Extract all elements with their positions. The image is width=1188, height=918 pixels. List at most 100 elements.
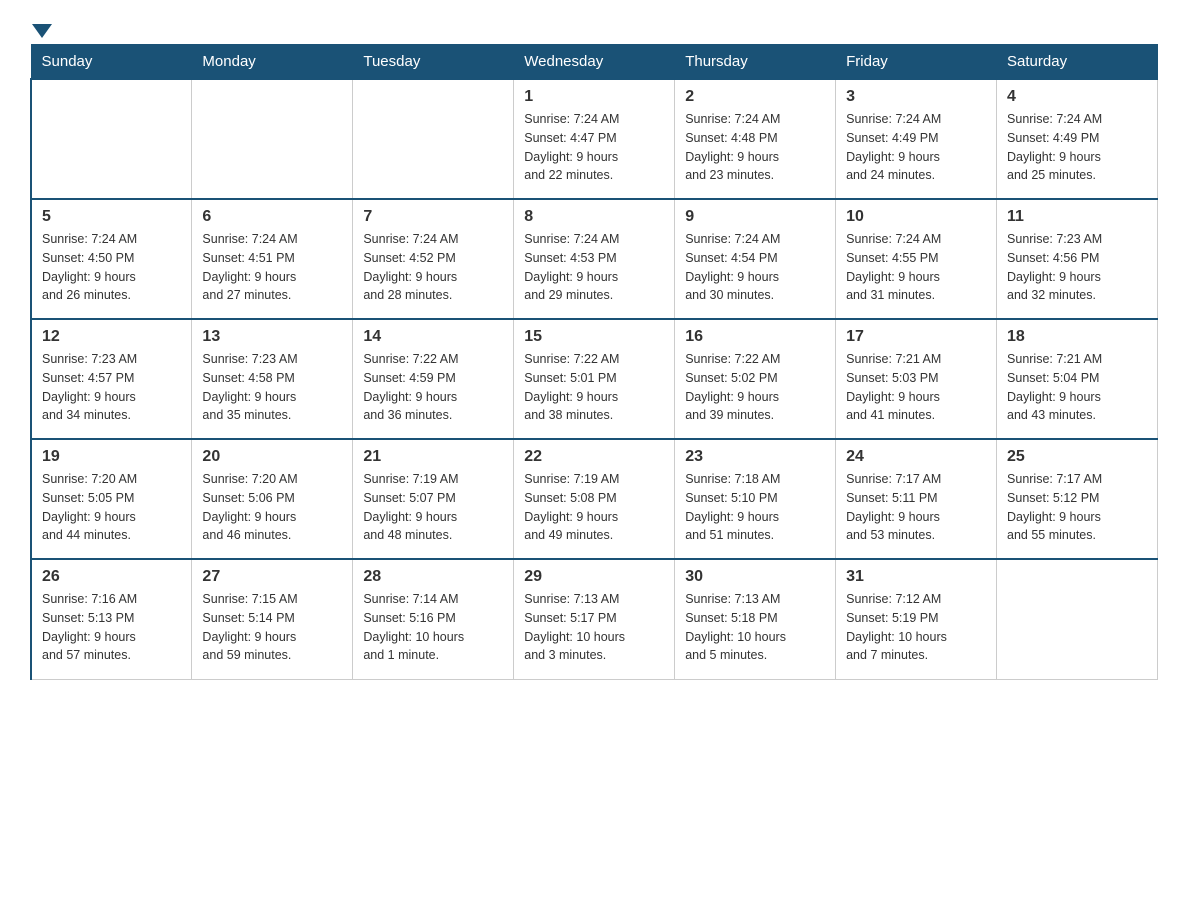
- day-info: Sunrise: 7:14 AM Sunset: 5:16 PM Dayligh…: [363, 590, 503, 665]
- calendar-cell: 12 Sunrise: 7:23 AM Sunset: 4:57 PM Dayli…: [31, 319, 192, 439]
- day-info: Sunrise: 7:23 AM Sunset: 4:56 PM Dayligh…: [1007, 230, 1147, 305]
- day-number: 5: [42, 208, 181, 226]
- day-info: Sunrise: 7:22 AM Sunset: 5:01 PM Dayligh…: [524, 350, 664, 425]
- day-info: Sunrise: 7:24 AM Sunset: 4:52 PM Dayligh…: [363, 230, 503, 305]
- day-info: Sunrise: 7:12 AM Sunset: 5:19 PM Dayligh…: [846, 590, 986, 665]
- day-of-week-saturday: Saturday: [997, 45, 1158, 80]
- day-number: 21: [363, 448, 503, 466]
- day-number: 19: [42, 448, 181, 466]
- logo-arrow-icon: [32, 24, 52, 38]
- day-number: 2: [685, 88, 825, 106]
- day-info: Sunrise: 7:22 AM Sunset: 4:59 PM Dayligh…: [363, 350, 503, 425]
- calendar-cell: [192, 79, 353, 199]
- day-number: 18: [1007, 328, 1147, 346]
- calendar-cell: 2Sunrise: 7:24 AM Sunset: 4:48 PM Daylig…: [675, 79, 836, 199]
- day-number: 20: [202, 448, 342, 466]
- calendar-cell: 23 Sunrise: 7:18 AM Sunset: 5:10 PM Dayli…: [675, 439, 836, 559]
- day-number: 8: [524, 208, 664, 226]
- day-number: 25: [1007, 448, 1147, 466]
- day-number: 3: [846, 88, 986, 106]
- calendar-cell: 20 Sunrise: 7:20 AM Sunset: 5:06 PM Dayli…: [192, 439, 353, 559]
- day-number: 22: [524, 448, 664, 466]
- calendar-cell: 19 Sunrise: 7:20 AM Sunset: 5:05 PM Dayli…: [31, 439, 192, 559]
- day-info: Sunrise: 7:13 AM Sunset: 5:17 PM Dayligh…: [524, 590, 664, 665]
- day-info: Sunrise: 7:17 AM Sunset: 5:12 PM Dayligh…: [1007, 470, 1147, 545]
- day-number: 28: [363, 568, 503, 586]
- day-info: Sunrise: 7:24 AM Sunset: 4:54 PM Dayligh…: [685, 230, 825, 305]
- day-info: Sunrise: 7:13 AM Sunset: 5:18 PM Dayligh…: [685, 590, 825, 665]
- day-info: Sunrise: 7:24 AM Sunset: 4:53 PM Dayligh…: [524, 230, 664, 305]
- calendar-cell: 24 Sunrise: 7:17 AM Sunset: 5:11 PM Dayli…: [836, 439, 997, 559]
- day-number: 30: [685, 568, 825, 586]
- calendar-cell: [31, 79, 192, 199]
- day-info: Sunrise: 7:22 AM Sunset: 5:02 PM Dayligh…: [685, 350, 825, 425]
- day-of-week-friday: Friday: [836, 45, 997, 80]
- day-info: Sunrise: 7:17 AM Sunset: 5:11 PM Dayligh…: [846, 470, 986, 545]
- calendar-header: SundayMondayTuesdayWednesdayThursdayFrid…: [31, 45, 1158, 80]
- day-of-week-wednesday: Wednesday: [514, 45, 675, 80]
- calendar-cell: 18Sunrise: 7:21 AM Sunset: 5:04 PM Dayli…: [997, 319, 1158, 439]
- calendar-cell: 8 Sunrise: 7:24 AM Sunset: 4:53 PM Daylig…: [514, 199, 675, 319]
- days-of-week-row: SundayMondayTuesdayWednesdayThursdayFrid…: [31, 45, 1158, 80]
- calendar-cell: 9 Sunrise: 7:24 AM Sunset: 4:54 PM Daylig…: [675, 199, 836, 319]
- day-number: 16: [685, 328, 825, 346]
- week-row-3: 12 Sunrise: 7:23 AM Sunset: 4:57 PM Dayli…: [31, 319, 1158, 439]
- day-of-week-sunday: Sunday: [31, 45, 192, 80]
- day-number: 13: [202, 328, 342, 346]
- calendar-cell: 15 Sunrise: 7:22 AM Sunset: 5:01 PM Dayli…: [514, 319, 675, 439]
- day-info: Sunrise: 7:15 AM Sunset: 5:14 PM Dayligh…: [202, 590, 342, 665]
- calendar-cell: 4 Sunrise: 7:24 AM Sunset: 4:49 PM Daylig…: [997, 79, 1158, 199]
- calendar-cell: [353, 79, 514, 199]
- calendar-cell: 11 Sunrise: 7:23 AM Sunset: 4:56 PM Dayli…: [997, 199, 1158, 319]
- calendar-cell: 1Sunrise: 7:24 AM Sunset: 4:47 PM Daylig…: [514, 79, 675, 199]
- calendar-body: 1Sunrise: 7:24 AM Sunset: 4:47 PM Daylig…: [31, 79, 1158, 679]
- day-number: 10: [846, 208, 986, 226]
- day-number: 26: [42, 568, 181, 586]
- day-info: Sunrise: 7:23 AM Sunset: 4:57 PM Dayligh…: [42, 350, 181, 425]
- calendar-cell: 17Sunrise: 7:21 AM Sunset: 5:03 PM Dayli…: [836, 319, 997, 439]
- calendar-cell: 13 Sunrise: 7:23 AM Sunset: 4:58 PM Dayli…: [192, 319, 353, 439]
- day-info: Sunrise: 7:20 AM Sunset: 5:06 PM Dayligh…: [202, 470, 342, 545]
- calendar-cell: 29 Sunrise: 7:13 AM Sunset: 5:17 PM Dayli…: [514, 559, 675, 679]
- day-info: Sunrise: 7:24 AM Sunset: 4:51 PM Dayligh…: [202, 230, 342, 305]
- day-info: Sunrise: 7:18 AM Sunset: 5:10 PM Dayligh…: [685, 470, 825, 545]
- day-info: Sunrise: 7:19 AM Sunset: 5:07 PM Dayligh…: [363, 470, 503, 545]
- week-row-1: 1Sunrise: 7:24 AM Sunset: 4:47 PM Daylig…: [31, 79, 1158, 199]
- day-number: 23: [685, 448, 825, 466]
- week-row-5: 26 Sunrise: 7:16 AM Sunset: 5:13 PM Dayli…: [31, 559, 1158, 679]
- day-info: Sunrise: 7:19 AM Sunset: 5:08 PM Dayligh…: [524, 470, 664, 545]
- calendar-cell: 5 Sunrise: 7:24 AM Sunset: 4:50 PM Daylig…: [31, 199, 192, 319]
- day-of-week-thursday: Thursday: [675, 45, 836, 80]
- calendar-cell: 31 Sunrise: 7:12 AM Sunset: 5:19 PM Dayli…: [836, 559, 997, 679]
- calendar-cell: 26 Sunrise: 7:16 AM Sunset: 5:13 PM Dayli…: [31, 559, 192, 679]
- day-of-week-monday: Monday: [192, 45, 353, 80]
- day-info: Sunrise: 7:24 AM Sunset: 4:55 PM Dayligh…: [846, 230, 986, 305]
- day-number: 15: [524, 328, 664, 346]
- day-info: Sunrise: 7:24 AM Sunset: 4:50 PM Dayligh…: [42, 230, 181, 305]
- day-info: Sunrise: 7:24 AM Sunset: 4:49 PM Dayligh…: [1007, 110, 1147, 185]
- day-number: 31: [846, 568, 986, 586]
- calendar-cell: 3Sunrise: 7:24 AM Sunset: 4:49 PM Daylig…: [836, 79, 997, 199]
- day-number: 9: [685, 208, 825, 226]
- day-info: Sunrise: 7:16 AM Sunset: 5:13 PM Dayligh…: [42, 590, 181, 665]
- day-number: 12: [42, 328, 181, 346]
- calendar-cell: 21 Sunrise: 7:19 AM Sunset: 5:07 PM Dayli…: [353, 439, 514, 559]
- calendar-cell: 27Sunrise: 7:15 AM Sunset: 5:14 PM Dayli…: [192, 559, 353, 679]
- day-info: Sunrise: 7:23 AM Sunset: 4:58 PM Dayligh…: [202, 350, 342, 425]
- day-number: 7: [363, 208, 503, 226]
- day-number: 17: [846, 328, 986, 346]
- day-number: 4: [1007, 88, 1147, 106]
- calendar-table: SundayMondayTuesdayWednesdayThursdayFrid…: [30, 44, 1158, 680]
- day-number: 6: [202, 208, 342, 226]
- day-of-week-tuesday: Tuesday: [353, 45, 514, 80]
- logo: [30, 20, 52, 34]
- day-info: Sunrise: 7:20 AM Sunset: 5:05 PM Dayligh…: [42, 470, 181, 545]
- calendar-cell: 25 Sunrise: 7:17 AM Sunset: 5:12 PM Dayli…: [997, 439, 1158, 559]
- calendar-cell: 16 Sunrise: 7:22 AM Sunset: 5:02 PM Dayli…: [675, 319, 836, 439]
- day-number: 29: [524, 568, 664, 586]
- week-row-4: 19 Sunrise: 7:20 AM Sunset: 5:05 PM Dayli…: [31, 439, 1158, 559]
- calendar-cell: 14Sunrise: 7:22 AM Sunset: 4:59 PM Dayli…: [353, 319, 514, 439]
- day-number: 24: [846, 448, 986, 466]
- day-number: 11: [1007, 208, 1147, 226]
- calendar-cell: 30 Sunrise: 7:13 AM Sunset: 5:18 PM Dayli…: [675, 559, 836, 679]
